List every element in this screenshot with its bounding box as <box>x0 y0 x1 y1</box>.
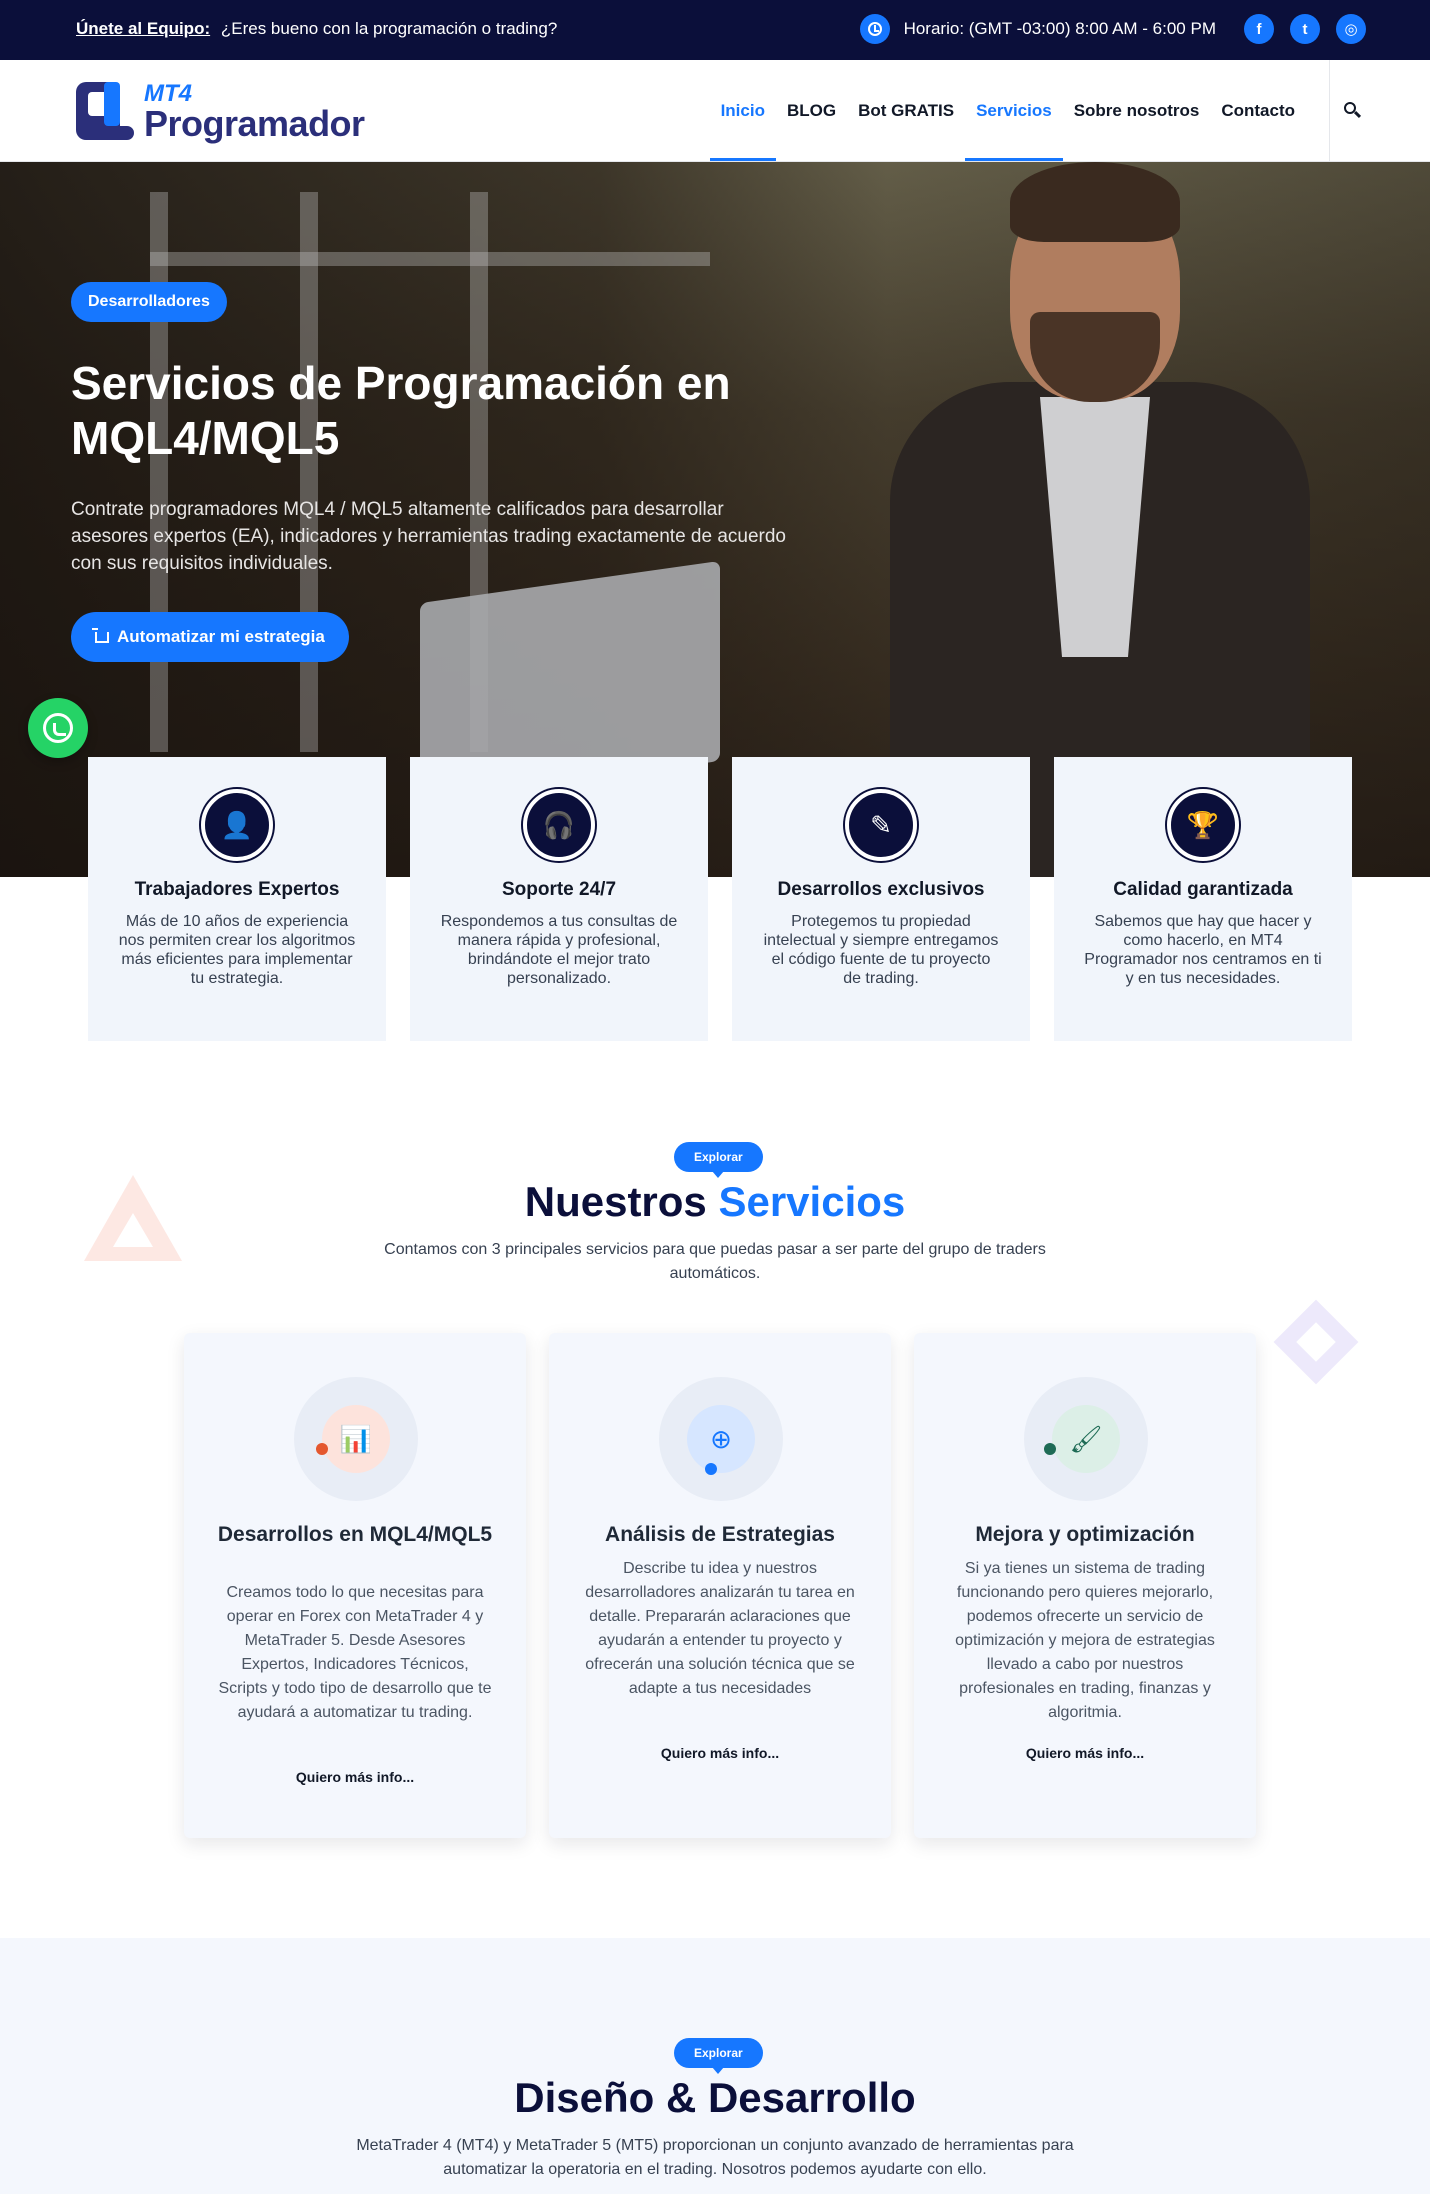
bar-chart-glyph: 📊 <box>322 1405 390 1473</box>
service-title: Desarrollos en MQL4/MQL5 <box>217 1523 493 1546</box>
feature-title: Calidad garantizada <box>1113 879 1293 900</box>
service-card: 🖌 Mejora y optimización Si ya tienes un … <box>914 1333 1256 1838</box>
twitter-icon[interactable]: t <box>1290 14 1320 44</box>
feature-title: Desarrollos exclusivos <box>777 879 985 900</box>
background-railing <box>300 192 318 752</box>
feature-title: Trabajadores Expertos <box>134 879 340 900</box>
services-subtitle: Contamos con 3 principales servicios par… <box>384 1241 1046 1282</box>
trophy-icon: 🏆 <box>1167 789 1239 861</box>
service-description: Describe tu idea y nuestros desarrollado… <box>585 1560 855 1697</box>
services-title-main: Nuestros <box>524 1178 707 1225</box>
services-title: Nuestros Servicios <box>0 1178 1430 1226</box>
user-icon: 👤 <box>201 789 273 861</box>
services-title-accent: Servicios <box>718 1178 906 1225</box>
feature-card: 🏆 Calidad garantizada Sabemos que hay qu… <box>1054 757 1352 1041</box>
join-team-label[interactable]: Únete al Equipo: <box>76 19 210 38</box>
feature-card: 🎧 Soporte 24/7 Respondemos a tus consult… <box>410 757 708 1041</box>
feature-card: ✎ Desarrollos exclusivos Protegemos tu p… <box>732 757 1030 1041</box>
main-nav: Inicio BLOG Bot GRATIS Servicios Sobre n… <box>709 60 1306 161</box>
decorative-diamond <box>1273 1299 1359 1385</box>
service-description: Si ya tienes un sistema de trading funci… <box>955 1560 1215 1721</box>
edit-icon: ✎ <box>845 789 917 861</box>
feature-card: 👤 Trabajadores Expertos Más de 10 años d… <box>88 757 386 1041</box>
feature-description: Sabemos que hay que hacer y como hacerlo… <box>1084 913 1322 987</box>
lifebuoy-icon: ⊕ <box>659 1377 783 1501</box>
site-logo[interactable]: MT4 Programador <box>76 82 365 142</box>
service-card: ⊕ Análisis de Estrategias Describe tu id… <box>549 1333 891 1838</box>
design-title: Diseño & Desarrollo <box>514 2074 916 2121</box>
more-info-link[interactable]: Quiero más info... <box>914 1745 1256 1761</box>
nav-servicios[interactable]: Servicios <box>965 60 1063 161</box>
nav-inicio[interactable]: Inicio <box>709 60 777 161</box>
join-team-text: ¿Eres bueno con la programación o tradin… <box>220 19 558 38</box>
lifebuoy-glyph: ⊕ <box>687 1405 755 1473</box>
design-subtitle: MetaTrader 4 (MT4) y MetaTrader 5 (MT5) … <box>356 2137 1074 2178</box>
more-info-link[interactable]: Quiero más info... <box>184 1769 526 1785</box>
join-team-banner[interactable]: Únete al Equipo: ¿Eres bueno con la prog… <box>76 19 557 39</box>
nav-divider <box>1329 60 1330 161</box>
nav-bot-gratis[interactable]: Bot GRATIS <box>847 60 965 161</box>
search-icon[interactable] <box>1344 102 1362 120</box>
headset-icon: 🎧 <box>523 789 595 861</box>
service-title: Mejora y optimización <box>975 1523 1195 1546</box>
feature-description: Más de 10 años de experiencia nos permit… <box>118 913 356 987</box>
automate-strategy-label: Automatizar mi estrategia <box>117 627 325 646</box>
hero-badge: Desarrolladores <box>71 282 227 322</box>
topbar-right: Horario: (GMT -03:00) 8:00 AM - 6:00 PM … <box>859 14 1366 44</box>
top-bar: Únete al Equipo: ¿Eres bueno con la prog… <box>0 0 1430 60</box>
nav-blog[interactable]: BLOG <box>776 60 847 161</box>
service-description: Creamos todo lo que necesitas para opera… <box>218 1584 492 1721</box>
hero-title: Servicios de Programación en MQL4/MQL5 <box>71 357 731 464</box>
explore-badge: Explorar <box>674 2038 763 2074</box>
instagram-icon[interactable]: ◎ <box>1336 14 1366 44</box>
site-header: MT4 Programador Inicio BLOG Bot GRATIS S… <box>0 60 1430 162</box>
whatsapp-icon[interactable] <box>28 698 88 758</box>
background-railing <box>150 252 710 266</box>
cart-icon <box>92 627 109 643</box>
brush-glyph: 🖌 <box>1052 1405 1120 1473</box>
logo-name: Programador <box>144 103 365 144</box>
nav-sobre-nosotros[interactable]: Sobre nosotros <box>1063 60 1211 161</box>
logo-wordmark: MT4 Programador <box>144 82 365 142</box>
nav-contacto[interactable]: Contacto <box>1210 60 1306 161</box>
clock-icon <box>859 14 890 44</box>
hero-description: Contrate programadores MQL4 / MQL5 altam… <box>71 499 786 574</box>
feature-description: Protegemos tu propiedad intelectual y si… <box>763 913 999 987</box>
brush-icon: 🖌 <box>1024 1377 1148 1501</box>
service-title: Análisis de Estrategias <box>605 1523 835 1546</box>
explore-badge: Explorar <box>674 1142 763 1178</box>
logo-mark-icon <box>76 82 136 142</box>
more-info-link[interactable]: Quiero más info... <box>549 1745 891 1761</box>
feature-title: Soporte 24/7 <box>501 879 617 900</box>
automate-strategy-button[interactable]: Automatizar mi estrategia <box>71 612 349 662</box>
bar-chart-icon: 📊 <box>294 1377 418 1501</box>
service-card: 📊 Desarrollos en MQL4/MQL5 Creamos todo … <box>184 1333 526 1838</box>
background-railing <box>150 192 168 752</box>
feature-description: Respondemos a tus consultas de manera rá… <box>440 913 678 987</box>
business-hours: Horario: (GMT -03:00) 8:00 AM - 6:00 PM <box>903 19 1216 38</box>
facebook-icon[interactable]: f <box>1244 14 1274 44</box>
